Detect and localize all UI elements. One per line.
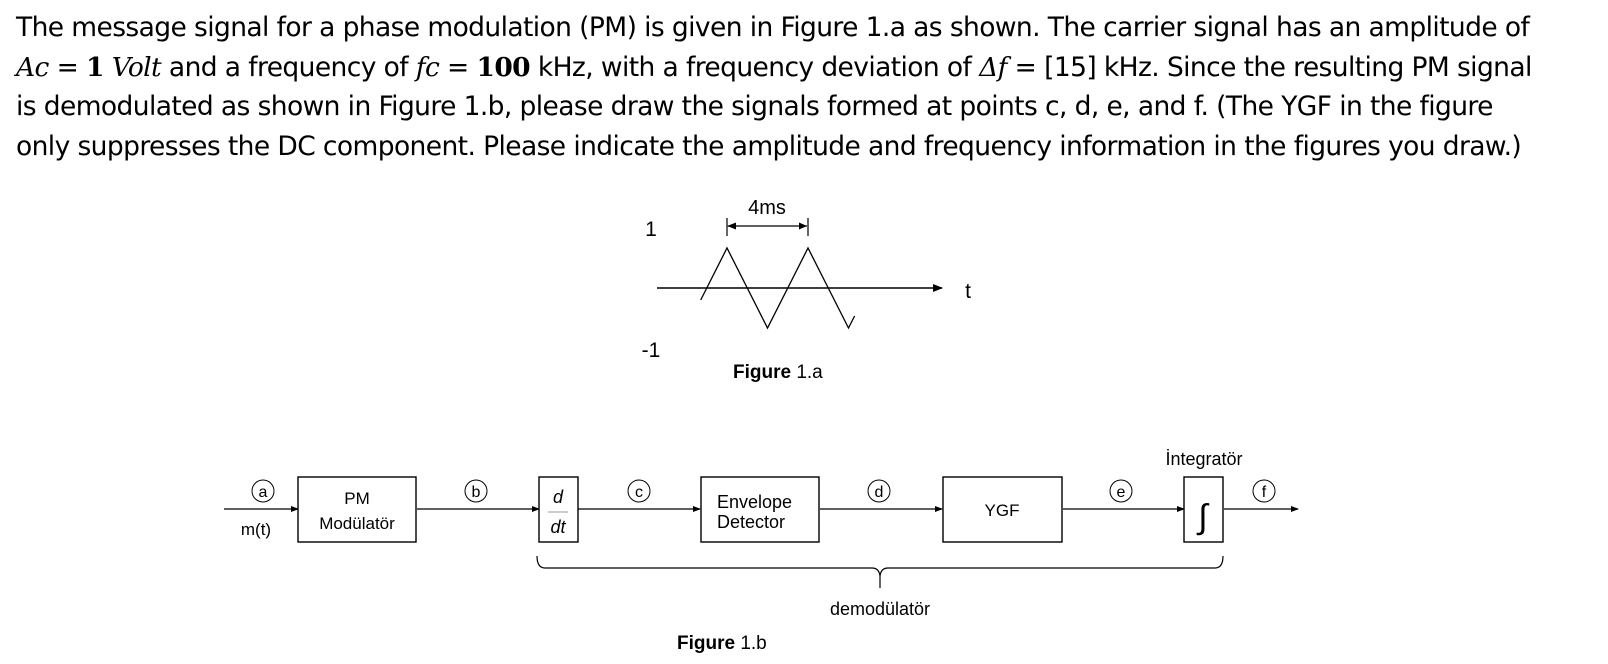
svg-text:c: c: [635, 484, 643, 501]
point-f: f: [1252, 479, 1276, 503]
point-e: e: [1109, 479, 1133, 503]
ygf-label: YGF: [985, 501, 1020, 520]
envelope-detector-label-2: Detector: [717, 512, 785, 532]
input-label: m(t): [241, 520, 271, 539]
derivative-denominator: dt: [550, 517, 566, 537]
integrator-title: İntegratör: [1165, 449, 1242, 469]
point-b: b: [464, 479, 488, 503]
period-arrowhead-left: [728, 222, 736, 230]
svg-text:e: e: [1117, 484, 1126, 501]
figure-1a-caption: Figure 1.a: [733, 362, 823, 383]
svg-text:d: d: [875, 484, 884, 501]
svg-text:a: a: [259, 484, 268, 501]
integral-symbol: ∫: [1196, 498, 1209, 536]
svg-text:f: f: [1262, 484, 1267, 501]
figure-1b-caption: Figure 1.b: [677, 633, 767, 654]
point-c: c: [627, 479, 651, 503]
figure-1a: 4ms 1 -1 t Figure 1.a PM Modülatör d dt …: [224, 197, 1299, 654]
x-axis-label: t: [965, 280, 971, 303]
y-max-label: 1: [645, 218, 657, 241]
pm-modulator-label-1: PM: [344, 489, 370, 508]
point-a: a: [251, 479, 275, 503]
period-label: 4ms: [748, 197, 786, 219]
pm-modulator-label-2: Modülatör: [319, 514, 395, 533]
point-d: d: [867, 479, 891, 503]
envelope-detector-label-1: Envelope: [717, 492, 792, 512]
demodulator-brace: [536, 555, 1224, 588]
period-arrowhead-right: [799, 222, 807, 230]
demodulator-label: demodülatör: [830, 599, 930, 619]
y-min-label: -1: [642, 339, 661, 362]
svg-text:b: b: [472, 484, 481, 501]
derivative-numerator: d: [553, 487, 564, 507]
